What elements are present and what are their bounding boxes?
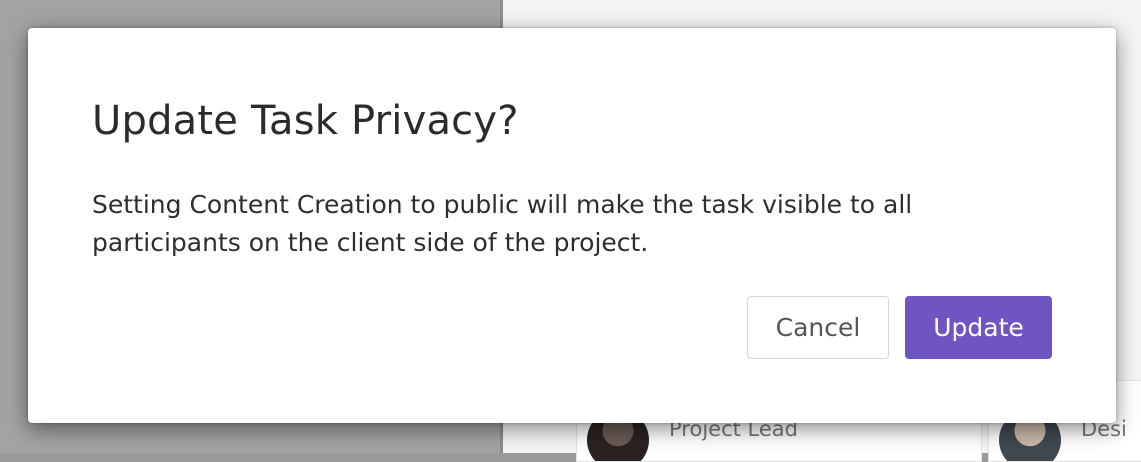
cancel-button[interactable]: Cancel [747,296,889,359]
update-button[interactable]: Update [905,296,1052,359]
dialog-message: Setting Content Creation to public will … [92,190,913,257]
dialog-title: Update Task Privacy? [92,98,519,144]
update-privacy-dialog: Update Task Privacy? Setting Content Cre… [28,28,1116,423]
